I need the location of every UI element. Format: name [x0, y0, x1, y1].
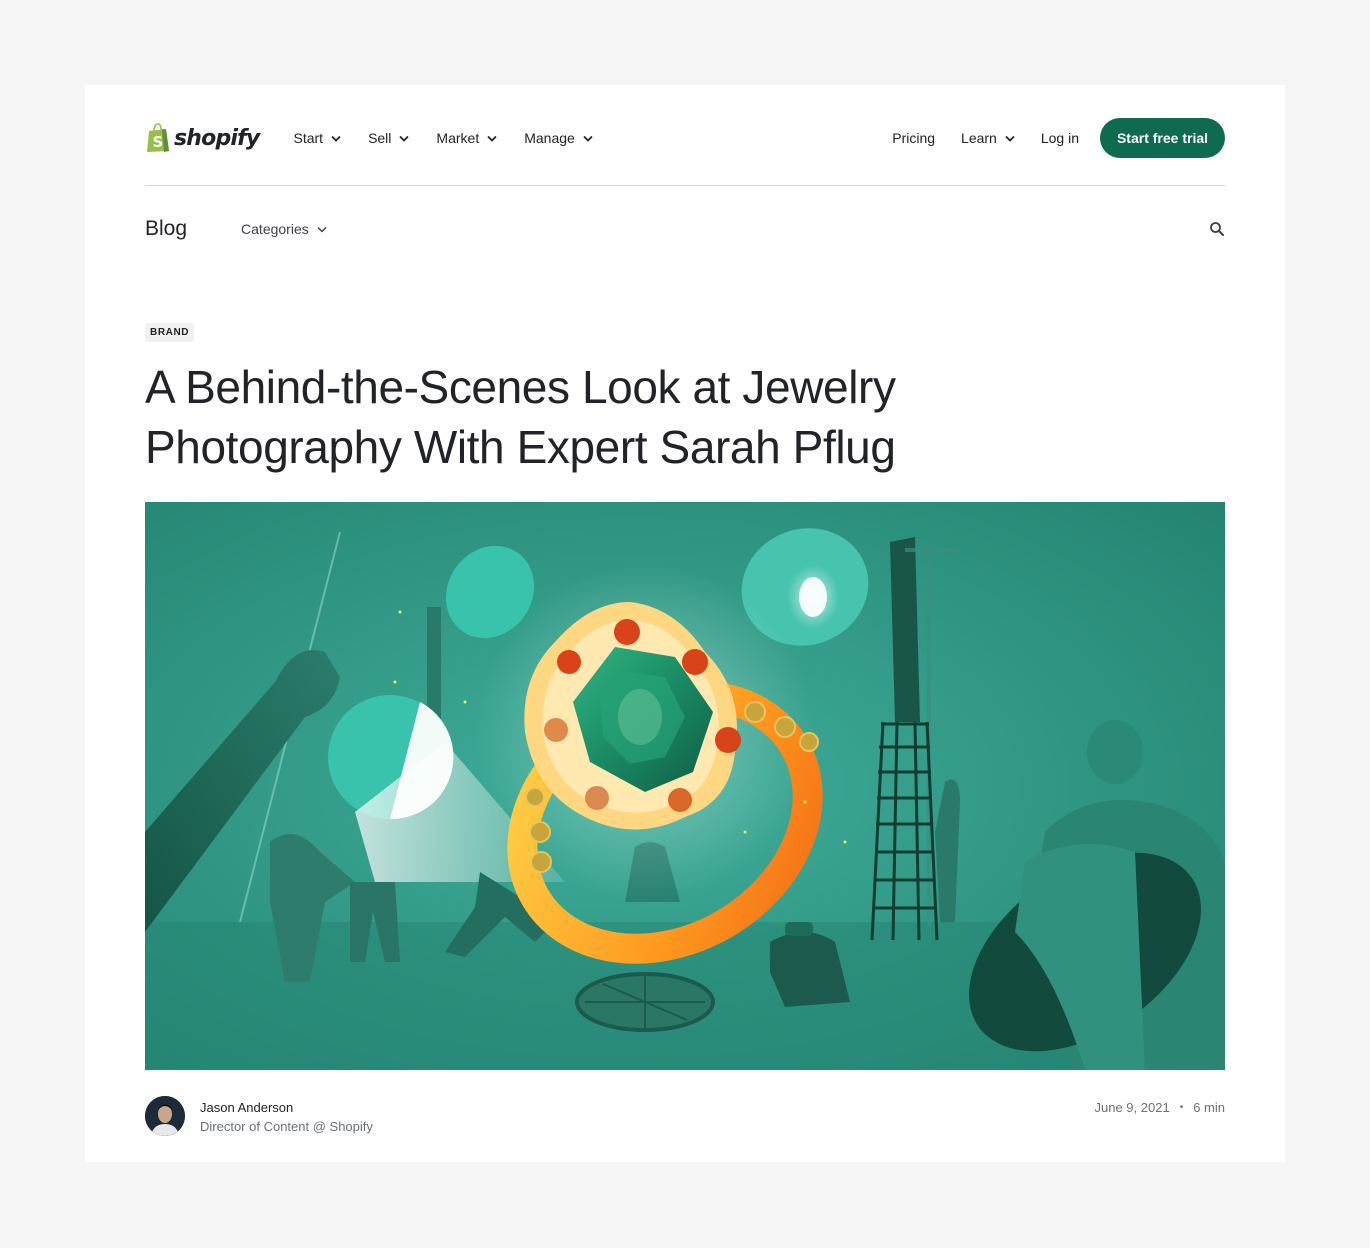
nav-item-pricing[interactable]: Pricing: [892, 130, 935, 146]
blog-bar: Blog Categories: [145, 214, 1225, 244]
search-icon[interactable]: [1209, 221, 1225, 237]
nav-item-login[interactable]: Log in: [1041, 130, 1079, 146]
chevron-down-icon: [487, 135, 497, 142]
read-time: 6 min: [1193, 1100, 1225, 1115]
publish-date: June 9, 2021: [1094, 1100, 1170, 1115]
shopping-bag-icon: S: [147, 123, 169, 152]
nav-item-label: Sell: [368, 130, 392, 146]
nav-item-start[interactable]: Start: [293, 130, 341, 146]
author-name[interactable]: Jason Anderson: [200, 1099, 373, 1117]
chevron-down-icon: [399, 135, 410, 142]
categories-dropdown[interactable]: Categories: [241, 221, 327, 237]
chevron-down-icon: [331, 135, 341, 142]
chevron-down-icon: [583, 135, 593, 142]
article-meta: June 9, 2021 • 6 min: [1095, 1096, 1226, 1115]
nav-item-label: Market: [436, 130, 480, 146]
top-nav: S shopify Start Sell Market Manage Prici…: [145, 118, 1225, 158]
page-card: S shopify Start Sell Market Manage Prici…: [85, 85, 1285, 1162]
svg-text:S: S: [153, 133, 164, 151]
author-info: Jason Anderson Director of Content @ Sho…: [200, 1096, 373, 1137]
meta-separator: •: [1179, 1102, 1184, 1113]
category-badge[interactable]: BRAND: [145, 323, 195, 342]
author-role: Director of Content @ Shopify: [200, 1119, 373, 1134]
nav-item-label: Log in: [1040, 130, 1079, 146]
start-free-trial-button[interactable]: Start free trial: [1100, 118, 1225, 158]
blog-title-link[interactable]: Blog: [145, 217, 187, 241]
chevron-down-icon: [1005, 135, 1015, 142]
nav-item-label: Learn: [961, 130, 997, 146]
nav-item-label: Manage: [524, 130, 575, 146]
secondary-nav: Pricing Learn Log in Start free trial: [892, 118, 1225, 158]
shopify-logo[interactable]: S shopify: [145, 123, 260, 153]
nav-item-label: Start: [293, 130, 324, 146]
article-byline: Jason Anderson Director of Content @ Sho…: [145, 1096, 1225, 1136]
logo-wordmark: shopify: [174, 125, 260, 151]
nav-item-market[interactable]: Market: [436, 130, 497, 146]
chevron-down-icon: [317, 226, 327, 233]
nav-divider: [145, 185, 1225, 186]
primary-nav: Start Sell Market Manage: [293, 130, 619, 146]
nav-item-manage[interactable]: Manage: [524, 130, 593, 146]
categories-label: Categories: [241, 221, 309, 237]
avatar-portrait: [145, 1096, 185, 1136]
hero-image: [145, 502, 1225, 1070]
nav-item-sell[interactable]: Sell: [368, 130, 410, 146]
jewelry-studio-illustration: [145, 502, 1225, 1070]
author-avatar[interactable]: [145, 1096, 185, 1136]
article-title: A Behind-the-Scenes Look at Jewelry Phot…: [145, 361, 896, 473]
nav-item-learn[interactable]: Learn: [961, 130, 1015, 146]
nav-item-label: Pricing: [892, 130, 936, 146]
